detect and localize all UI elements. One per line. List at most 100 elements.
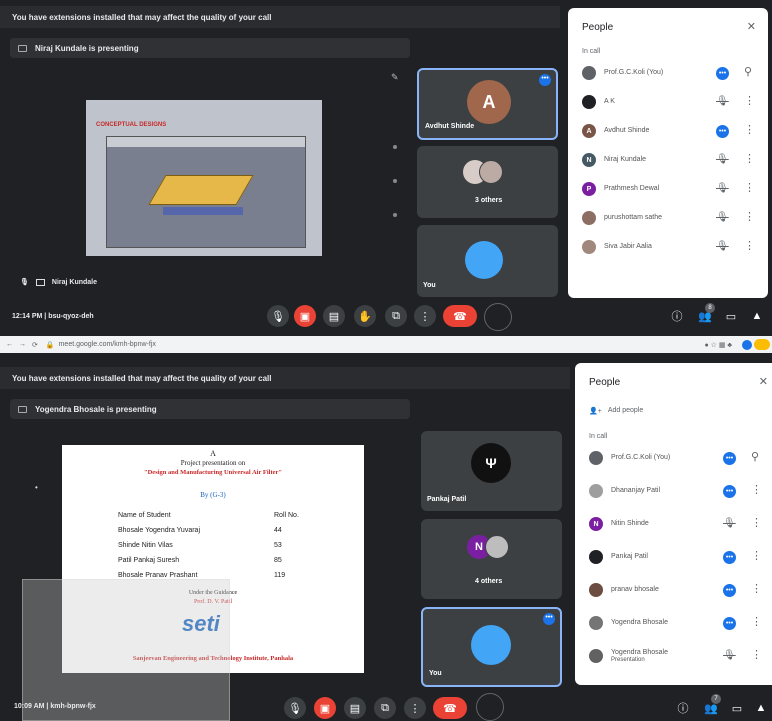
slide-group: By (G-3) (200, 491, 226, 499)
mic-button[interactable]: 🎙 (284, 697, 306, 719)
back-icon[interactable]: ← (6, 341, 13, 348)
participant-row[interactable]: Prof.G.C.Koli (You) ••• ⚲ (575, 449, 772, 482)
activity-button[interactable] (476, 693, 504, 721)
leave-call-button[interactable]: ☎ (443, 305, 477, 327)
mic-button[interactable]: 🎙 (267, 305, 289, 327)
activities-button[interactable]: ▲ (752, 699, 770, 717)
participant-avatar: A (582, 124, 596, 138)
self-tile[interactable]: You (417, 225, 558, 297)
participant-row[interactable]: A K 🎙 ⋮ (568, 93, 768, 122)
participant-row[interactable]: A Avdhut Shinde ••• ⋮ (568, 122, 768, 151)
more-vert-icon[interactable]: ⋮ (751, 584, 762, 595)
participant-row[interactable]: N Nitin Shinde 🎙 ⋮ (575, 515, 772, 548)
participant-row[interactable]: Yogendra Bhosale Presentation 🎙 ⋮ (575, 647, 772, 680)
participant-row[interactable]: N Niraj Kundale 🎙 ⋮ (568, 151, 768, 180)
participant-row[interactable]: Prof.G.C.Koli (You) ••• ⚲ (568, 64, 768, 93)
participant-row[interactable]: pranav bhosale ••• ⋮ (575, 581, 772, 614)
more-options-icon[interactable]: ••• (543, 613, 555, 625)
participant-tile-others[interactable]: N 4 others (421, 519, 562, 599)
forward-icon[interactable]: → (19, 341, 26, 348)
student-roll: 53 (274, 542, 282, 549)
more-vert-icon[interactable]: ⋮ (751, 518, 762, 529)
more-options-button[interactable]: ⋮ (404, 697, 426, 719)
self-avatar (471, 625, 511, 665)
participant-avatar (582, 211, 596, 225)
more-vert-icon[interactable]: ⋮ (744, 96, 755, 107)
participant-name: Yogendra Bhosale (611, 619, 668, 626)
participant-name: Nitin Shinde (611, 520, 649, 527)
raise-hand-button[interactable]: ✋ (354, 305, 376, 327)
address-bar[interactable]: meet.google.com/kmh-bpnw-fjx (59, 341, 156, 348)
more-vert-icon[interactable]: ⋮ (744, 241, 755, 252)
panel-title: People (589, 377, 621, 388)
present-icon (18, 44, 27, 52)
camera-off-button[interactable]: ▣ (314, 697, 336, 719)
more-options-button[interactable]: ⋮ (414, 305, 436, 327)
participant-tile-1[interactable]: A Avdhut Shinde ••• (417, 68, 558, 140)
close-icon[interactable]: ✕ (747, 20, 756, 33)
present-button[interactable]: ⧉ (374, 697, 396, 719)
mic-muted-icon: 🎙 (20, 279, 29, 286)
in-call-label: In call (589, 433, 608, 440)
profile-avatar[interactable] (742, 339, 752, 350)
presenting-label: Niraj Kundale is presenting (35, 43, 139, 53)
more-vert-icon[interactable]: ⋮ (751, 485, 762, 496)
participant-tile-others[interactable]: 3 others (417, 146, 558, 218)
self-tile[interactable]: You ••• (421, 607, 562, 687)
more-vert-icon[interactable]: ⋮ (751, 650, 762, 661)
participant-row[interactable]: Dhananjay Patil ••• ⋮ (575, 482, 772, 515)
more-vert-icon[interactable]: ⋮ (751, 617, 762, 628)
meet-window-bottom: You have extensions installed that may a… (0, 353, 772, 721)
camera-off-button[interactable]: ▣ (294, 305, 316, 327)
captions-button[interactable]: ▤ (344, 697, 366, 719)
participant-row[interactable]: P Prathmesh Dewal 🎙 ⋮ (568, 180, 768, 209)
others-avatar-2 (479, 160, 503, 184)
participant-avatar: N (582, 153, 596, 167)
update-chip[interactable] (754, 339, 770, 350)
cad-toolbar (107, 137, 305, 147)
info-button[interactable]: ⓘ (668, 307, 686, 325)
mic-off-icon: 🎙 (716, 212, 729, 223)
self-name: You (423, 282, 436, 289)
pin-icon[interactable]: ✎ (391, 72, 399, 83)
leave-call-button[interactable]: ☎ (433, 697, 467, 719)
present-button[interactable]: ⧉ (385, 305, 407, 327)
pin-icon[interactable]: ⚲ (751, 452, 759, 463)
participant-tile-1[interactable]: Ψ Pankaj Patil (421, 431, 562, 511)
chat-button[interactable]: ▭ (722, 307, 740, 325)
lock-icon: 🔒 (45, 341, 55, 349)
more-options-icon[interactable]: ••• (539, 74, 551, 86)
reload-icon[interactable]: ⟳ (32, 341, 38, 349)
slide-letter: A (210, 449, 216, 458)
info-button[interactable]: ⓘ (674, 699, 692, 717)
mic-off-icon: 🎙 (723, 518, 736, 529)
self-avatar (465, 241, 503, 279)
captions-button[interactable]: ▤ (323, 305, 345, 327)
pin-icon[interactable]: ⚲ (744, 67, 752, 78)
chat-button[interactable]: ▭ (728, 699, 746, 717)
extension-icons[interactable]: ● ☆ ▦ ♣ (704, 341, 732, 349)
participant-avatar: N (589, 517, 603, 531)
present-icon (18, 405, 27, 413)
participant-row[interactable]: purushottam sathe 🎙 ⋮ (568, 209, 768, 238)
more-vert-icon[interactable]: ⋮ (751, 551, 762, 562)
presenter-name-strip: 🎙 Niraj Kundale (20, 278, 97, 286)
activity-button[interactable] (484, 303, 512, 331)
student-header-roll: Roll No. (274, 512, 299, 519)
student-roll: 44 (274, 527, 282, 534)
meeting-info: 10:09 AM | kmh-bpnw-fjx (14, 703, 96, 710)
more-vert-icon[interactable]: ⋮ (744, 183, 755, 194)
participant-name: Prathmesh Dewal (604, 185, 660, 192)
close-icon[interactable]: ✕ (759, 375, 768, 388)
people-panel-top: People ✕ In call Prof.G.C.Koli (You) ••• ⚲… (568, 8, 768, 298)
activities-button[interactable]: ▲ (748, 307, 766, 325)
more-vert-icon[interactable]: ⋮ (744, 212, 755, 223)
participant-row[interactable]: Yogendra Bhosale ••• ⋮ (575, 614, 772, 647)
participant-row[interactable]: Siva Jabir Aalia 🎙 ⋮ (568, 238, 768, 267)
add-people-button[interactable]: 👤+ Add people (589, 407, 643, 415)
mic-off-icon: 🎙 (716, 154, 729, 165)
participant-row[interactable]: Pankaj Patil ••• ⋮ (575, 548, 772, 581)
more-vert-icon[interactable]: ⋮ (744, 125, 755, 136)
more-vert-icon[interactable]: ⋮ (744, 154, 755, 165)
cursor-dot: • (35, 483, 38, 492)
